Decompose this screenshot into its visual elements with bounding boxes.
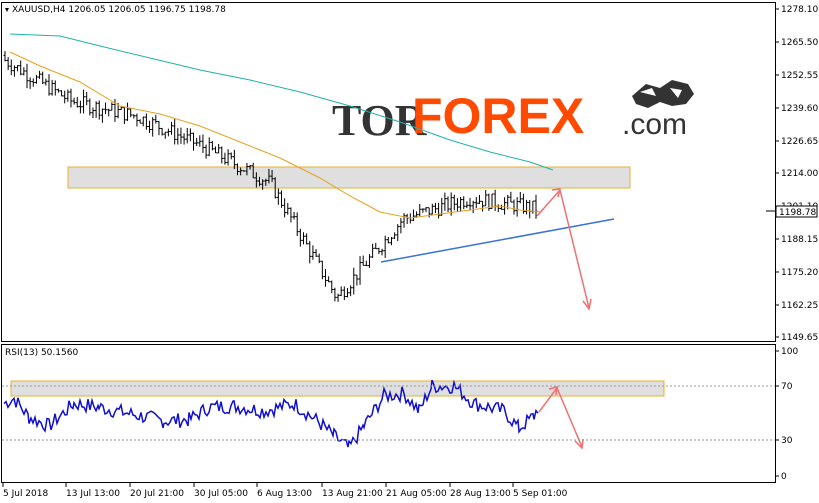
time-tick-label: 30 Jul 05:00 [194,489,248,499]
time-tick-label: 20 Jul 21:00 [130,489,184,499]
resistance-zone [67,166,631,189]
price-tick-label: 1175.20 [781,268,818,278]
price-panel-header: XAUUSD,H4 1206.05 1206.05 1196.75 1198.7… [12,5,226,15]
time-tick-label: 28 Aug 13:00 [450,489,511,499]
price-tick-label: 1278.10 [781,5,818,15]
time-tick-label: 21 Aug 05:00 [386,489,447,499]
rsi-tick-label: 0 [781,472,787,482]
rsi-panel-header: RSI(13) 50.1560 [5,348,78,358]
price-tick-label: 1214.00 [781,169,818,179]
logo-text-domain: .com [622,108,687,141]
rsi-overbought-zone [10,380,665,397]
time-x-axis: 5 Jul 2018 13 Jul 13:00 20 Jul 21:00 30 … [2,483,568,499]
rsi-tick-label: 70 [781,382,793,392]
rsi-tick-label: 100 [781,347,798,357]
price-tick-label: 1239.60 [781,104,818,114]
time-tick-label: 5 Sep 01:00 [513,489,568,499]
price-tick-label: 1265.50 [781,38,818,48]
time-tick-label: 5 Jul 2018 [3,489,48,499]
rsi-tick-label: 30 [781,436,793,446]
rsi-y-axis: 100 70 30 0 [775,347,798,482]
price-tick-label: 1188.15 [781,235,818,245]
price-y-axis: 1278.10 1265.50 1252.55 1239.60 1226.65 … [775,5,818,343]
price-tick-label: 1149.65 [781,333,818,343]
rsi-panel-frame [1,344,776,483]
trading-terminal: TOR FOREX .com XAUUSD,H4 1206.05 1206.05… [0,0,819,503]
price-tick-label: 1162.25 [781,301,818,311]
chart-canvas[interactable]: TOR FOREX .com XAUUSD,H4 1206.05 1206.05… [0,0,819,503]
time-tick-label: 13 Aug 21:00 [322,489,383,499]
current-price-label: 1198.78 [779,208,816,218]
price-tick-label: 1226.65 [781,137,818,147]
time-tick-label: 13 Jul 13:00 [66,489,120,499]
price-tick-label: 1252.55 [781,71,818,81]
time-tick-label: 6 Aug 13:00 [257,489,312,499]
